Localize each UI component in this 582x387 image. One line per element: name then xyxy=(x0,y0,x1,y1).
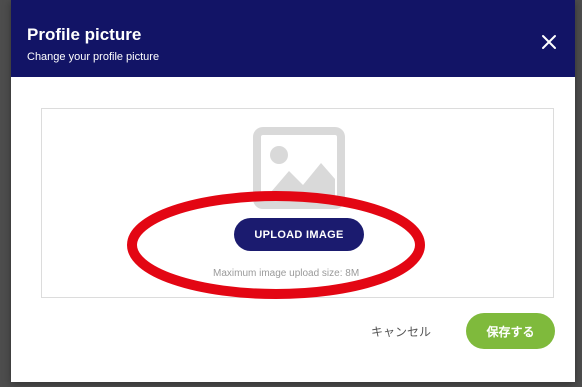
dialog-title: Profile picture xyxy=(27,25,142,44)
dialog-header: Profile picture Change your profile pict… xyxy=(11,0,575,77)
cancel-button[interactable]: キャンセル xyxy=(361,315,441,347)
dialog-subtitle: Change your profile picture xyxy=(27,51,160,63)
save-button[interactable]: 保存する xyxy=(466,313,555,349)
profile-picture-dialog: Profile picture Change your profile pict… xyxy=(11,0,575,382)
upload-image-button[interactable]: UPLOAD IMAGE xyxy=(234,218,364,251)
image-placeholder-icon xyxy=(253,127,345,209)
close-button[interactable] xyxy=(537,30,561,54)
image-upload-area[interactable]: UPLOAD IMAGE Maximum image upload size: … xyxy=(41,108,554,298)
close-icon xyxy=(542,35,556,49)
upload-size-hint: Maximum image upload size: 8M xyxy=(213,268,360,279)
